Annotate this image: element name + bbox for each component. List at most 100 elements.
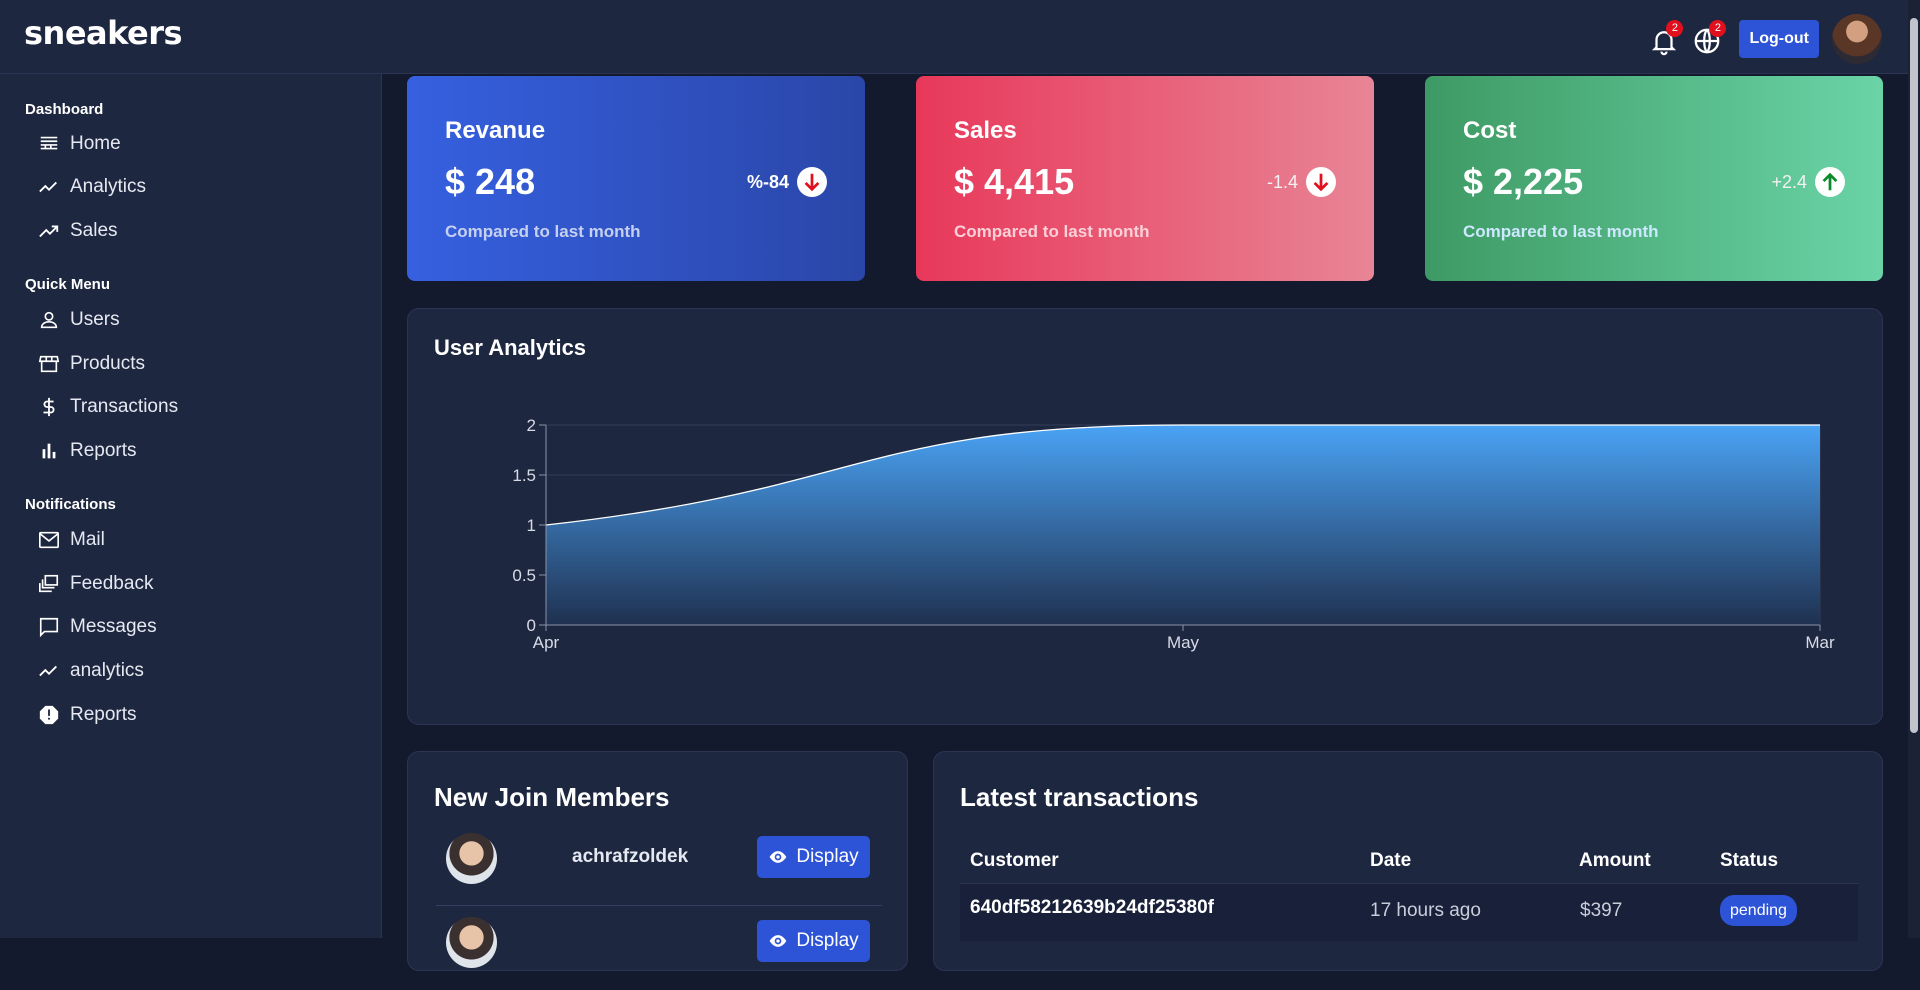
column-header-status[interactable]: Status — [1720, 850, 1778, 872]
card-subtitle: Compared to last month — [954, 222, 1150, 241]
sidebar-item-label: Reports — [70, 704, 137, 725]
sidebar-section-notifications: Notifications — [25, 496, 116, 513]
sidebar-item-label: Mail — [70, 529, 105, 550]
revenue-card: Revanue $ 248 %-84 Compared to last mont… — [407, 76, 865, 281]
storefront-icon — [38, 355, 60, 373]
cost-card: Cost $ 2,225 +2.4 Compared to last month — [1425, 76, 1883, 281]
column-header-customer[interactable]: Customer — [970, 850, 1059, 872]
latest-transactions-panel: Latest transactions Customer Date Amount… — [933, 751, 1883, 971]
sidebar-item-label: Transactions — [70, 396, 179, 417]
display-button[interactable]: Display — [757, 836, 870, 878]
mail-icon — [39, 531, 59, 549]
user-icon — [40, 311, 58, 329]
card-value: $ 248 — [445, 161, 536, 202]
arrow-down-icon — [797, 167, 827, 197]
card-title: Revanue — [445, 117, 546, 144]
cell-customer: 640df58212639b24df25380f — [970, 897, 1215, 918]
arrow-down-icon — [1306, 167, 1336, 197]
home-icon — [40, 136, 58, 150]
status-badge: pending — [1720, 895, 1797, 926]
card-value: $ 4,415 — [954, 161, 1075, 202]
trending-up-icon — [39, 225, 59, 238]
card-title: Cost — [1463, 117, 1517, 144]
sidebar-item-sales[interactable]: Sales — [38, 216, 118, 246]
member-name: achrafzoldek — [572, 846, 689, 867]
sidebar-item-label: Messages — [70, 616, 157, 637]
member-row: Display — [436, 914, 882, 990]
card-value: $ 2,225 — [1463, 161, 1584, 202]
sidebar-item-label: Home — [70, 133, 121, 154]
card-rate: %-84 — [747, 167, 827, 197]
sidebar-item-analytics-2[interactable]: analytics — [38, 656, 144, 686]
arrow-up-icon — [1815, 167, 1845, 197]
notifications-badge: 2 — [1666, 20, 1684, 37]
sidebar-item-analytics[interactable]: Analytics — [38, 172, 146, 202]
sidebar-item-mail[interactable]: Mail — [38, 525, 105, 555]
user-analytics-panel: User Analytics 0 0.5 1 1.5 2 Apr May Mar — [407, 308, 1883, 725]
y-tick-label: 0.5 — [512, 566, 536, 585]
x-tick-label: Mar — [1805, 633, 1835, 652]
sidebar-item-feedback[interactable]: Feedback — [38, 569, 153, 599]
member-row: achrafzoldek Display — [436, 830, 882, 906]
card-title: Sales — [954, 117, 1017, 144]
timeline-icon — [39, 665, 57, 677]
panel-title: New Join Members — [434, 782, 670, 812]
page-scrollbar[interactable] — [1908, 0, 1920, 938]
card-rate: -1.4 — [1267, 167, 1336, 197]
sidebar-item-transactions[interactable]: Transactions — [38, 392, 178, 422]
sidebar-item-label: Sales — [70, 220, 118, 241]
card-rate-value: -1.4 — [1266, 171, 1298, 192]
series-area — [546, 425, 1820, 625]
sidebar-item-label: Reports — [70, 440, 137, 461]
dollar-icon — [43, 397, 55, 417]
sidebar-item-reports-2[interactable]: Reports — [38, 700, 137, 730]
new-members-panel: New Join Members achrafzoldek Display Di… — [407, 751, 908, 971]
sidebar: Dashboard Home Analytics Sales Quick Men… — [0, 74, 382, 938]
language-button[interactable]: 2 — [1692, 20, 1727, 56]
display-button[interactable]: Display — [757, 920, 870, 962]
sidebar-item-users[interactable]: Users — [38, 305, 120, 335]
cell-amount: $397 — [1580, 900, 1623, 921]
chat-icon — [39, 617, 59, 638]
dynamic-feed-icon — [39, 574, 59, 593]
y-tick-label: 2 — [527, 416, 536, 435]
language-badge: 2 — [1709, 20, 1727, 37]
sidebar-item-label: Analytics — [70, 176, 147, 197]
y-tick-label: 1 — [527, 516, 536, 535]
sales-card: Sales $ 4,415 -1.4 Compared to last mont… — [916, 76, 1374, 281]
cell-date: 17 hours ago — [1370, 900, 1481, 921]
card-subtitle: Compared to last month — [445, 222, 641, 241]
logout-button[interactable]: Log-out — [1739, 20, 1819, 58]
sidebar-item-label: analytics — [70, 660, 144, 681]
app-logo[interactable]: sneakers — [24, 14, 183, 52]
card-rate-value: %-84 — [746, 171, 789, 192]
member-avatar — [446, 917, 497, 968]
top-bar-actions: 2 2 Log-out — [1649, 14, 1882, 64]
card-rate: +2.4 — [1771, 167, 1845, 197]
bar-chart-icon — [42, 443, 56, 459]
table-row[interactable]: 640df58212639b24df25380f 17 hours ago $3… — [960, 883, 1858, 941]
report-icon — [39, 705, 59, 725]
sidebar-item-home[interactable]: Home — [38, 129, 121, 159]
panel-title: Latest transactions — [960, 782, 1199, 812]
eye-icon — [770, 935, 787, 947]
column-header-date[interactable]: Date — [1370, 850, 1411, 872]
user-avatar[interactable] — [1832, 14, 1882, 64]
scrollbar-thumb[interactable] — [1910, 18, 1918, 733]
sidebar-item-messages[interactable]: Messages — [38, 612, 157, 642]
sidebar-item-reports[interactable]: Reports — [38, 436, 137, 466]
user-analytics-chart: 00.511.52Apr May Mar — [512, 416, 1835, 652]
sidebar-item-label: Feedback — [70, 573, 154, 594]
sidebar-item-label: Users — [70, 309, 120, 330]
timeline-icon — [39, 181, 57, 193]
card-rate-value: +2.4 — [1771, 171, 1807, 192]
y-tick-label: 1.5 — [512, 466, 536, 485]
x-tick-label: May — [1167, 633, 1200, 652]
display-button-label: Display — [796, 846, 859, 867]
sidebar-item-products[interactable]: Products — [38, 349, 145, 379]
sidebar-section-dashboard: Dashboard — [25, 101, 104, 118]
column-header-amount[interactable]: Amount — [1579, 850, 1651, 872]
eye-icon — [770, 851, 787, 863]
notifications-button[interactable]: 2 — [1649, 20, 1684, 56]
display-button-label: Display — [796, 930, 859, 951]
